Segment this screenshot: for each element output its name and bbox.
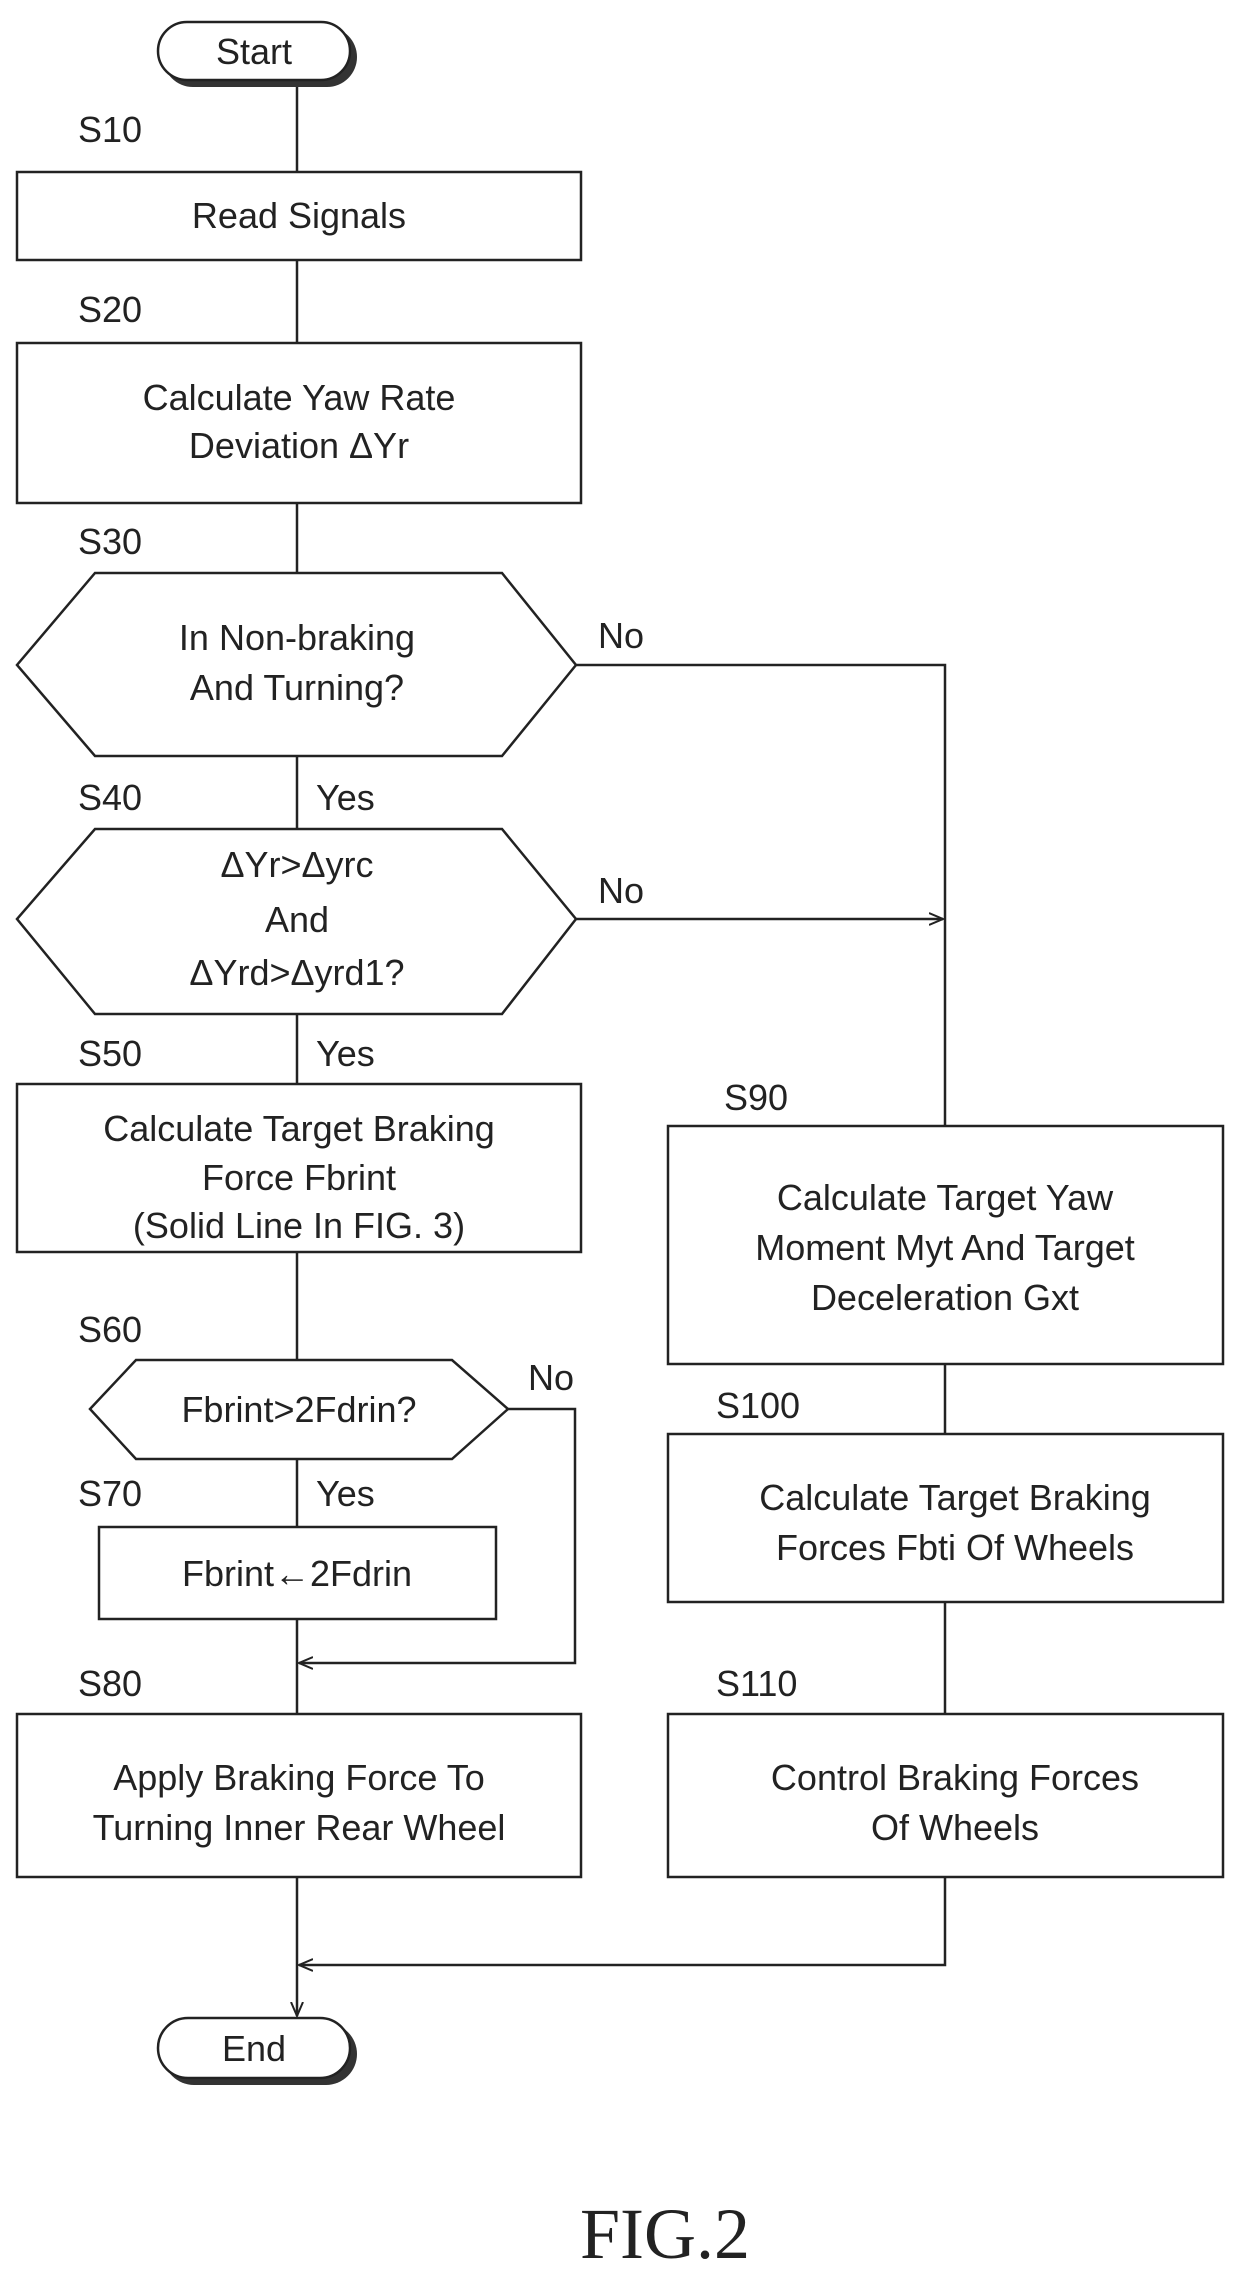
figure-label: FIG.2	[580, 2194, 750, 2274]
step-text-s80-line1: Apply Braking Force To	[113, 1757, 485, 1798]
step-text-s60: Fbrint>2Fdrin?	[181, 1389, 416, 1430]
end-terminal: End	[156, 2016, 357, 2085]
step-text-s80-line2: Turning Inner Rear Wheel	[93, 1807, 506, 1848]
connector-s110-end	[299, 1877, 947, 1965]
step-text-s40-line2: And	[265, 899, 329, 940]
branch-label-s60-yes: Yes	[316, 1473, 375, 1514]
branch-label-s40-no: No	[598, 870, 644, 911]
step-text-s30-line2: And Turning?	[190, 667, 404, 708]
step-id-s30: S30	[78, 521, 142, 562]
step-text-s20-line2: Deviation ΔYr	[189, 425, 409, 466]
step-id-s60: S60	[78, 1309, 142, 1350]
step-text-s90-line2: Moment Myt And Target	[755, 1227, 1135, 1268]
step-text-s50-line2: Force Fbrint	[202, 1157, 396, 1198]
step-text-s50-line1: Calculate Target Braking	[103, 1108, 495, 1149]
step-text-s20-line1: Calculate Yaw Rate	[143, 377, 456, 418]
step-id-s70: S70	[78, 1473, 142, 1514]
step-id-s110: S110	[716, 1663, 797, 1704]
step-text-s90-line3: Deceleration Gxt	[811, 1277, 1079, 1318]
step-text-s40-line1: ΔYr>Δyrc	[220, 844, 373, 885]
step-text-s40-line3: ΔYrd>Δyrd1?	[189, 952, 404, 993]
branch-label-s30-no: No	[598, 615, 644, 656]
step-text-s100-line2: Forces Fbti Of Wheels	[776, 1527, 1134, 1568]
step-text-s110-line1: Control Braking Forces	[771, 1757, 1139, 1798]
start-label: Start	[216, 31, 292, 72]
step-text-s30-line1: In Non-braking	[179, 617, 415, 658]
step-text-s90-line1: Calculate Target Yaw	[777, 1177, 1114, 1218]
process-box-s20	[15, 341, 583, 505]
step-text-s50-line3: (Solid Line In FIG. 3)	[133, 1205, 465, 1246]
branch-label-s30-yes: Yes	[316, 777, 375, 818]
step-id-s40: S40	[78, 777, 142, 818]
step-text-s100-line1: Calculate Target Braking	[759, 1477, 1151, 1518]
branch-label-s40-yes: Yes	[316, 1033, 375, 1074]
step-text-s110-line2: Of Wheels	[871, 1807, 1039, 1848]
end-label: End	[222, 2028, 286, 2069]
step-id-s90: S90	[724, 1077, 788, 1118]
start-terminal: Start	[156, 20, 357, 87]
step-id-s20: S20	[78, 289, 142, 330]
process-box-s100	[666, 1432, 1225, 1604]
flowchart: Start S10 Read Signals S20 Calculate Yaw…	[15, 20, 1225, 2274]
step-id-s10: S10	[78, 109, 142, 150]
step-id-s100: S100	[716, 1385, 800, 1426]
step-text-s10: Read Signals	[192, 195, 406, 236]
step-id-s50: S50	[78, 1033, 142, 1074]
decision-s30	[15, 571, 578, 758]
step-text-s70: Fbrint←2Fdrin	[182, 1553, 412, 1594]
branch-label-s60-no: No	[528, 1357, 574, 1398]
step-id-s80: S80	[78, 1663, 142, 1704]
